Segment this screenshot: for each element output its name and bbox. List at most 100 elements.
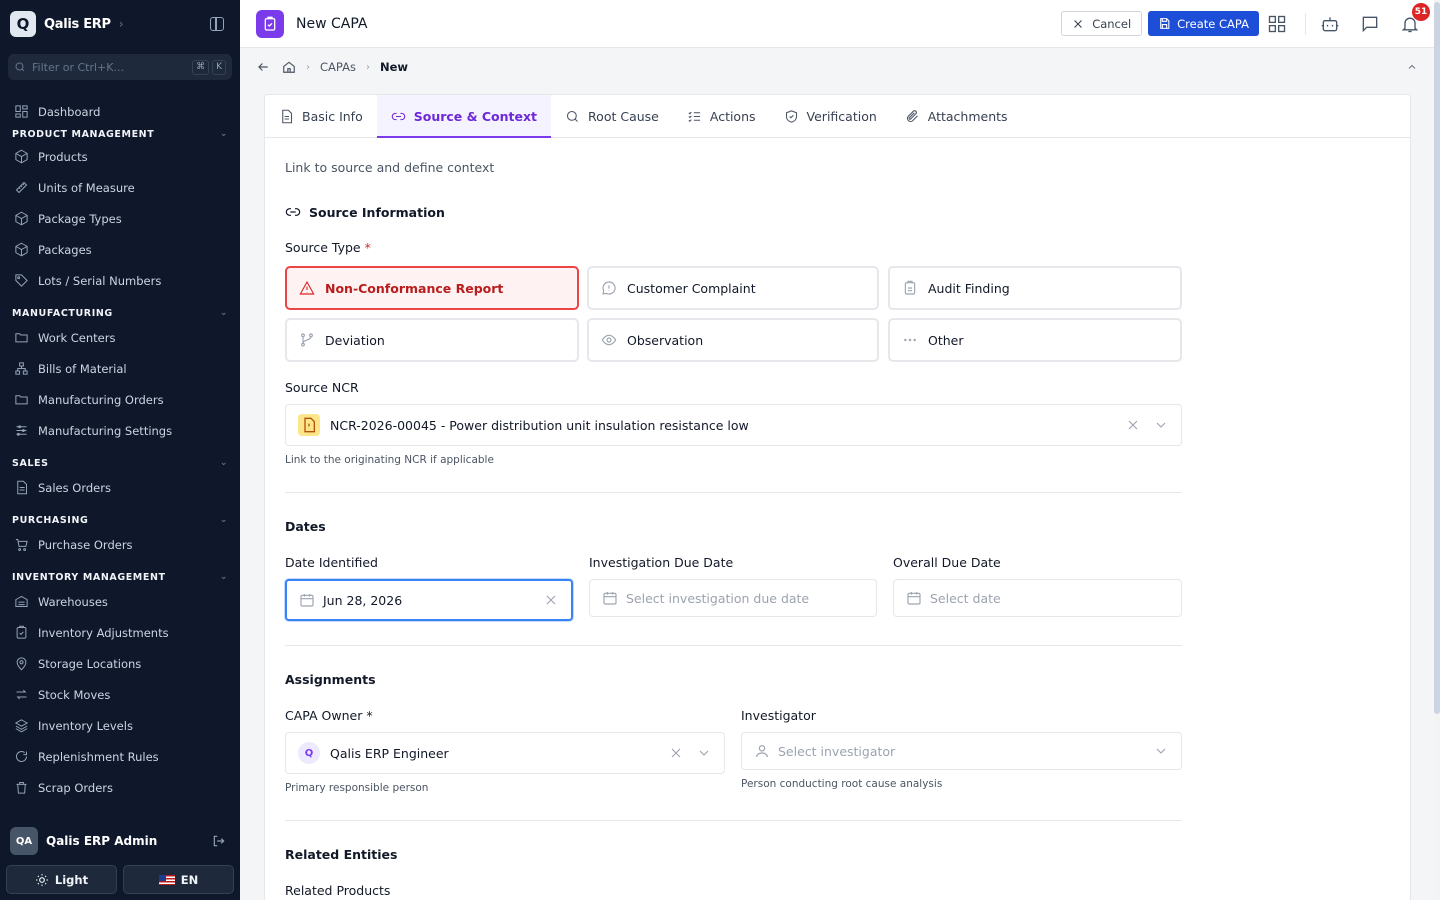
breadcrumb-capas[interactable]: CAPAs xyxy=(320,60,356,74)
chat-icon[interactable] xyxy=(1360,14,1380,34)
related-products-label: Related Products xyxy=(285,883,391,898)
breadcrumb: › CAPAs › New xyxy=(240,48,1434,86)
label-text: Source Type xyxy=(285,240,361,255)
sidebar-item-package-types[interactable]: Package Types xyxy=(0,203,240,234)
sidebar-item-label: Storage Locations xyxy=(38,656,142,671)
investigator-select[interactable]: Select investigator xyxy=(741,732,1182,770)
sidebar-item-products[interactable]: Products xyxy=(0,141,240,172)
chevron-down-icon[interactable] xyxy=(696,745,712,761)
tab-basic-info[interactable]: Basic Info xyxy=(265,95,377,137)
cancel-button[interactable]: Cancel xyxy=(1061,11,1143,36)
section-manufacturing[interactable]: MANUFACTURING ⌄ xyxy=(0,304,240,322)
source-type-customer-complaint[interactable]: Customer Complaint xyxy=(587,266,879,310)
folder-icon xyxy=(15,333,28,343)
source-type-ncr[interactable]: Non-Conformance Report xyxy=(285,266,579,310)
source-type-other[interactable]: Other xyxy=(888,318,1182,362)
source-type-audit-finding[interactable]: Audit Finding xyxy=(888,266,1182,310)
sidebar-item-warehouses[interactable]: Warehouses xyxy=(0,586,240,617)
date-identified-input[interactable]: Jun 28, 2026 xyxy=(285,579,573,621)
chevron-down-icon[interactable] xyxy=(1153,743,1169,759)
apps-grid-icon[interactable] xyxy=(1267,14,1287,34)
clear-icon[interactable] xyxy=(1125,417,1141,433)
language-button[interactable]: EN xyxy=(123,865,234,894)
section-inventory-management[interactable]: INVENTORY MANAGEMENT ⌄ xyxy=(0,568,240,586)
hierarchy-icon xyxy=(15,362,28,375)
tab-label: Attachments xyxy=(927,108,1008,124)
dashboard-icon xyxy=(15,105,28,118)
clear-icon[interactable] xyxy=(668,745,684,761)
section-title: MANUFACTURING xyxy=(12,307,113,319)
option-label: Observation xyxy=(627,332,704,348)
sidebar-item-packages[interactable]: Packages xyxy=(0,234,240,265)
source-type-deviation[interactable]: Deviation xyxy=(285,318,579,362)
sidebar-item-units-of-measure[interactable]: Units of Measure xyxy=(0,172,240,203)
investigation-due-input[interactable]: Select investigation due date xyxy=(589,579,877,617)
tab-source-context[interactable]: Source & Context xyxy=(376,95,552,138)
sidebar-item-bills-of-material[interactable]: Bills of Material xyxy=(0,353,240,384)
create-label: Create CAPA xyxy=(1177,16,1249,31)
home-icon[interactable] xyxy=(282,60,296,74)
date-identified-value: Jun 28, 2026 xyxy=(323,592,403,608)
back-arrow-icon[interactable] xyxy=(256,60,270,74)
source-ncr-label: Source NCR xyxy=(285,380,359,395)
calendar-icon xyxy=(300,594,314,607)
sidebar-item-label: Packages xyxy=(38,242,92,257)
sidebar-item-storage-locations[interactable]: Storage Locations xyxy=(0,648,240,679)
us-flag-icon xyxy=(158,874,175,885)
sidebar-item-label: Products xyxy=(38,149,88,164)
link-icon xyxy=(285,208,301,216)
overall-due-input[interactable]: Select date xyxy=(893,579,1182,617)
tab-attachments[interactable]: Attachments xyxy=(891,95,1022,137)
investigation-due-label: Investigation Due Date xyxy=(589,555,734,570)
theme-toggle-button[interactable]: Light xyxy=(6,865,117,894)
source-ncr-select[interactable]: NCR-2026-00045 - Power distribution unit… xyxy=(285,404,1182,446)
section-assignments: Assignments xyxy=(285,672,376,687)
git-branch-icon xyxy=(301,333,313,347)
sidebar-item-work-centers[interactable]: Work Centers xyxy=(0,322,240,353)
cancel-label: Cancel xyxy=(1092,16,1132,31)
capa-owner-value: Qalis ERP Engineer xyxy=(330,745,449,761)
tab-root-cause[interactable]: Root Cause xyxy=(551,95,673,137)
section-sales[interactable]: SALES ⌄ xyxy=(0,454,240,472)
sidebar-collapse-icon[interactable] xyxy=(210,17,224,31)
tab-verification[interactable]: Verification xyxy=(770,95,891,137)
sidebar-item-inventory-levels[interactable]: Inventory Levels xyxy=(0,710,240,741)
bell-icon[interactable]: 51 xyxy=(1400,2,1430,34)
sidebar-item-label: Stock Moves xyxy=(38,687,111,702)
sidebar-item-replenishment-rules[interactable]: Replenishment Rules xyxy=(0,741,240,772)
app-logo: Q xyxy=(10,11,36,37)
sidebar-item-lots-serial-numbers[interactable]: Lots / Serial Numbers xyxy=(0,265,240,296)
user-profile[interactable]: QA Qalis ERP Admin xyxy=(0,826,240,856)
sidebar-item-manufacturing-orders[interactable]: Manufacturing Orders xyxy=(0,384,240,415)
create-capa-button[interactable]: Create CAPA xyxy=(1148,11,1259,36)
sidebar-item-inventory-adjustments[interactable]: Inventory Adjustments xyxy=(0,617,240,648)
sidebar-item-purchase-orders[interactable]: Purchase Orders xyxy=(0,529,240,560)
sidebar-filter-input[interactable]: Filter or Ctrl+K... ⌘ K xyxy=(8,54,232,80)
option-label: Other xyxy=(928,332,964,348)
capa-owner-select[interactable]: Q Qalis ERP Engineer xyxy=(285,732,725,774)
sidebar-item-dashboard[interactable]: Dashboard xyxy=(0,96,240,127)
logout-icon[interactable] xyxy=(212,834,226,848)
scrollbar[interactable] xyxy=(1434,0,1440,900)
source-type-label: Source Type * xyxy=(285,240,371,255)
date-identified-label: Date Identified xyxy=(285,555,378,570)
sidebar-item-scrap-orders[interactable]: Scrap Orders xyxy=(0,772,240,803)
clear-icon[interactable] xyxy=(543,592,559,608)
scrollbar-thumb[interactable] xyxy=(1434,2,1440,714)
chevron-down-icon[interactable] xyxy=(1153,417,1169,433)
clipboard-check-icon xyxy=(16,625,27,639)
tab-actions[interactable]: Actions xyxy=(673,95,770,137)
sidebar-item-label: Manufacturing Settings xyxy=(38,423,173,438)
section-product-management[interactable]: PRODUCT MANAGEMENT ⌄ xyxy=(0,127,240,141)
source-type-observation[interactable]: Observation xyxy=(587,318,879,362)
brand[interactable]: Q Qalis ERP › xyxy=(0,0,240,48)
bot-icon[interactable] xyxy=(1320,14,1340,34)
cart-icon xyxy=(15,539,28,551)
sidebar-item-stock-moves[interactable]: Stock Moves xyxy=(0,679,240,710)
chevron-up-icon[interactable] xyxy=(1406,61,1418,73)
calendar-icon xyxy=(907,592,921,605)
sidebar-item-manufacturing-settings[interactable]: Manufacturing Settings xyxy=(0,415,240,446)
sidebar-item-sales-orders[interactable]: Sales Orders xyxy=(0,472,240,503)
sidebar-item-label: Scrap Orders xyxy=(38,780,114,795)
section-purchasing[interactable]: PURCHASING ⌄ xyxy=(0,511,240,529)
